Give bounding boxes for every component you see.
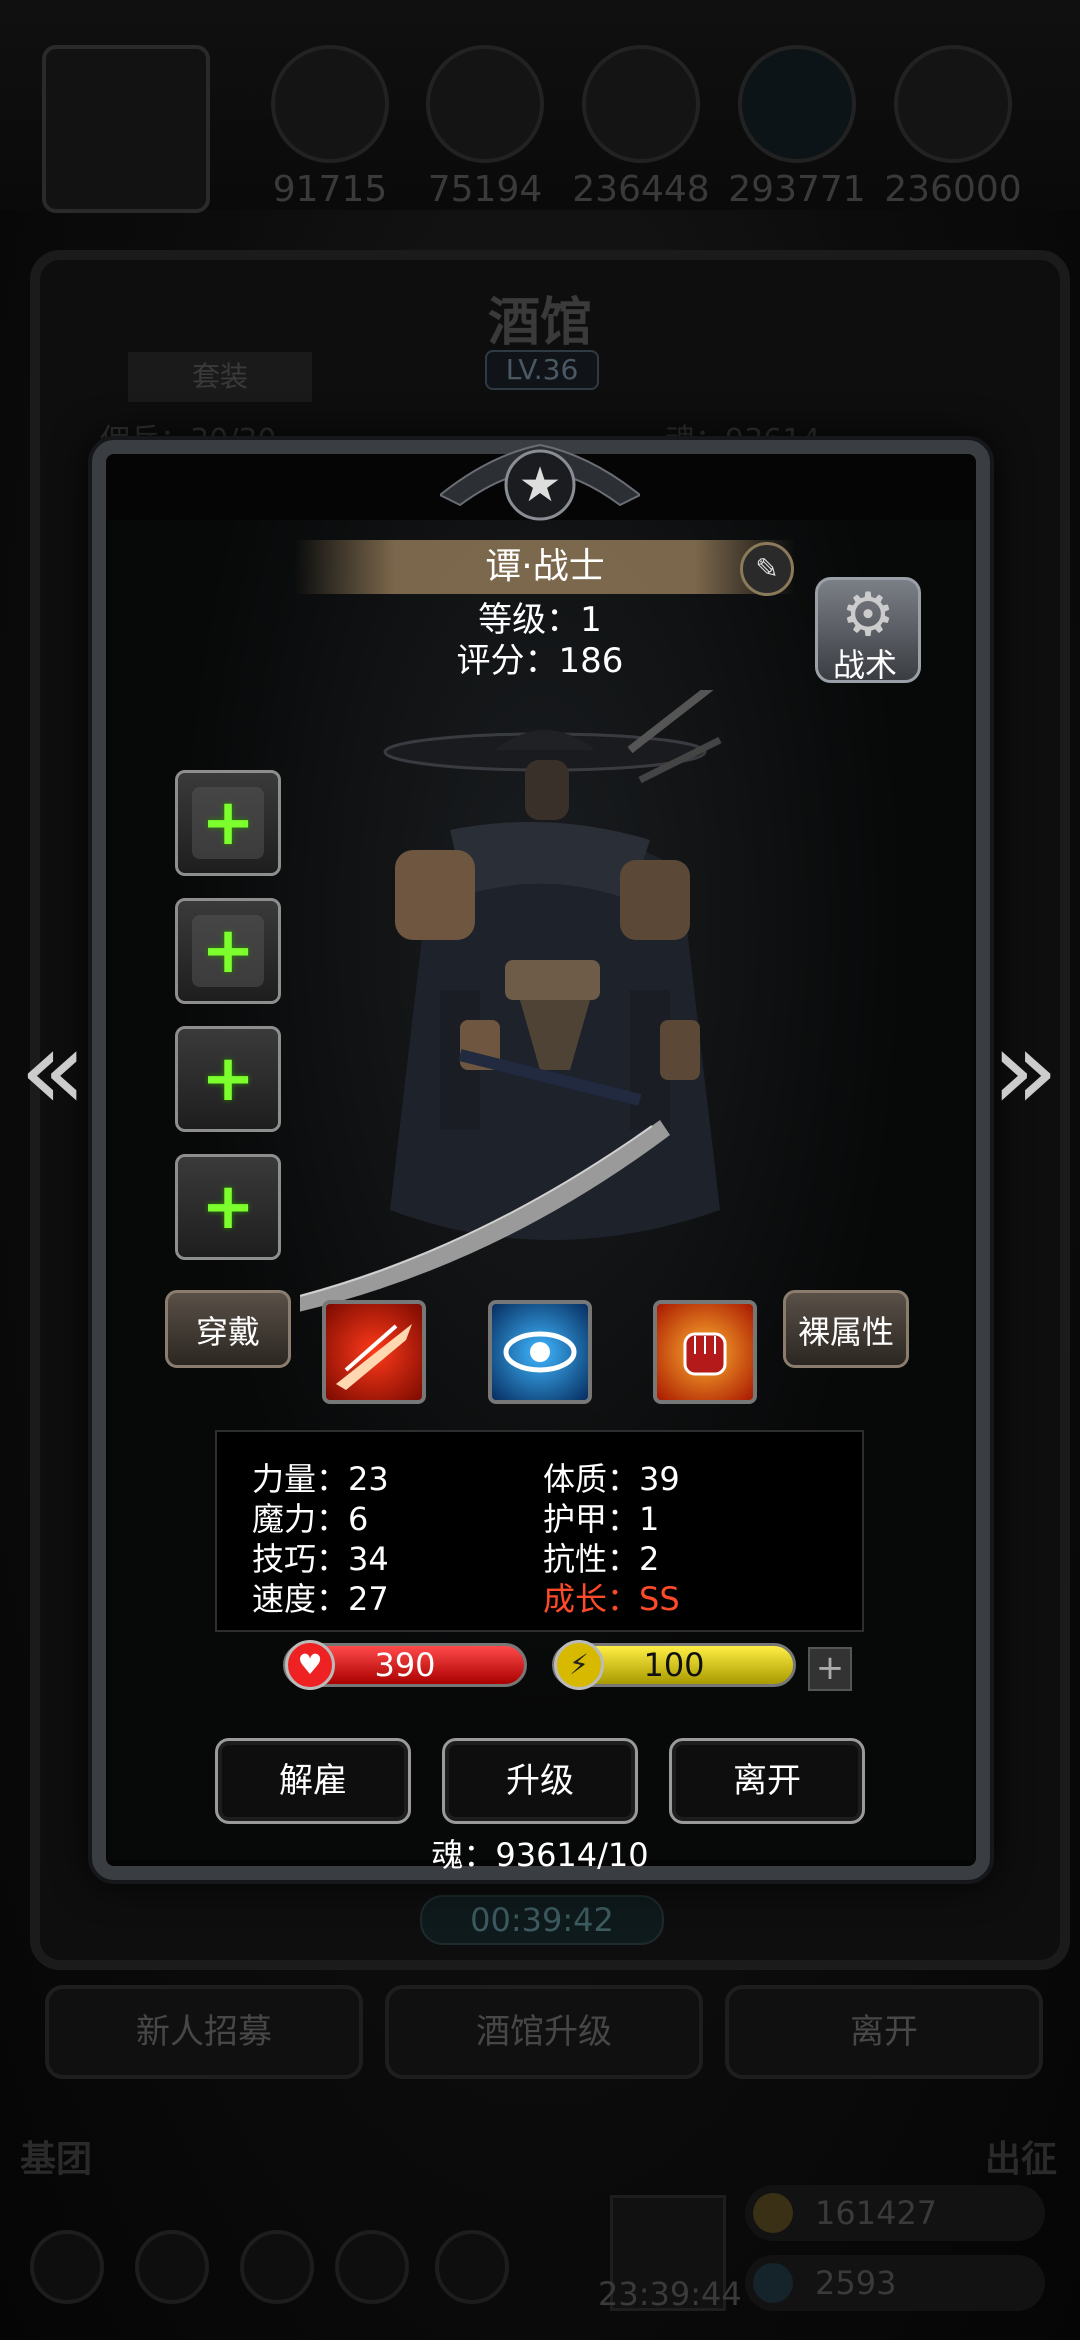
tavern-leave-button: 离开 bbox=[725, 1985, 1043, 2079]
clock: 23:39:44 bbox=[598, 2275, 742, 2313]
skill-fist-icon[interactable] bbox=[653, 1300, 757, 1404]
add-icon: + bbox=[201, 1042, 255, 1116]
tavern-upgrade-button: 酒馆升级 bbox=[385, 1985, 703, 2079]
menu-icon-1 bbox=[30, 2230, 104, 2304]
resource-4: 293771 bbox=[722, 45, 872, 210]
resource-3: 236448 bbox=[566, 45, 716, 210]
equip-slot-armor[interactable]: + bbox=[175, 898, 281, 1004]
stat-growth: 成长：SS bbox=[543, 1580, 680, 1618]
upgrade-button[interactable]: 升级 bbox=[442, 1738, 638, 1824]
add-icon: + bbox=[201, 914, 255, 988]
tab-suit: 套装 bbox=[128, 352, 312, 402]
add-energy-button[interactable]: + bbox=[808, 1647, 852, 1691]
add-icon: + bbox=[201, 786, 255, 860]
resource-1: 91715 bbox=[255, 45, 405, 210]
wear-button[interactable]: 穿戴 bbox=[165, 1290, 291, 1368]
menu-icon-4 bbox=[335, 2230, 409, 2304]
player-portrait bbox=[42, 45, 210, 213]
arrow-left-icon[interactable]: « bbox=[18, 1010, 88, 1130]
edit-icon[interactable]: ✎ bbox=[740, 542, 794, 596]
soul-cost: 魂：93614/10 bbox=[431, 1836, 649, 1874]
stat-speed: 速度：27 bbox=[252, 1580, 389, 1618]
base-attributes-button[interactable]: 裸属性 bbox=[783, 1290, 909, 1368]
equip-slot-accessory-1[interactable]: + bbox=[175, 1026, 281, 1132]
gold-counter: 161427 bbox=[745, 2185, 1045, 2241]
bottom-right-label: 出征 bbox=[985, 2139, 1058, 2180]
skill-eye-icon[interactable] bbox=[488, 1300, 592, 1404]
resource-5: 236000 bbox=[878, 45, 1028, 210]
equip-slot-weapon[interactable]: + bbox=[175, 770, 281, 876]
bottom-left-label: 基团 bbox=[20, 2139, 93, 2180]
leave-button[interactable]: 离开 bbox=[669, 1738, 865, 1824]
dismiss-button[interactable]: 解雇 bbox=[215, 1738, 411, 1824]
tavern-level: LV.36 bbox=[485, 350, 599, 390]
menu-icon-3 bbox=[240, 2230, 314, 2304]
hero-name: 谭·战士 bbox=[295, 540, 795, 594]
star-icon: ★ bbox=[518, 457, 562, 513]
arrow-right-icon[interactable]: » bbox=[990, 1010, 1060, 1130]
tactic-label: 战术 bbox=[832, 646, 897, 684]
resource-2: 75194 bbox=[410, 45, 560, 210]
gem-counter: 2593 bbox=[745, 2255, 1045, 2311]
lightning-icon: ⚡ bbox=[554, 1640, 604, 1690]
heart-icon: ♥ bbox=[285, 1640, 335, 1690]
menu-icon-2 bbox=[135, 2230, 209, 2304]
add-icon: + bbox=[201, 1170, 255, 1244]
skill-slash-icon[interactable] bbox=[322, 1300, 426, 1404]
equip-slot-accessory-2[interactable]: + bbox=[175, 1154, 281, 1260]
menu-icon-5 bbox=[435, 2230, 509, 2304]
recruit-button: 新人招募 bbox=[45, 1985, 363, 2079]
tavern-title: 酒馆 bbox=[487, 293, 592, 353]
refresh-timer: 00:39:42 bbox=[420, 1895, 664, 1945]
